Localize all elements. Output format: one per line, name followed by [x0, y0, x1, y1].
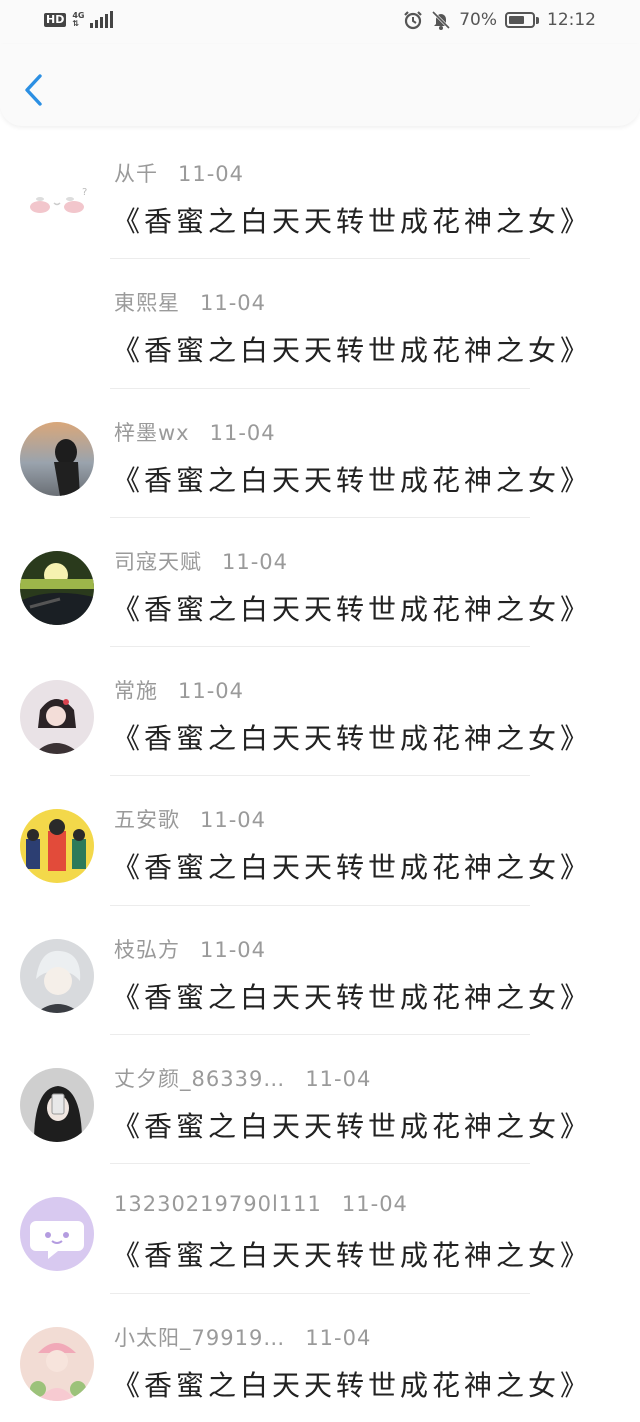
- avatar[interactable]: [20, 938, 94, 1013]
- message-meta: 梓墨wx 11-04: [114, 417, 276, 447]
- hd-badge: HD: [44, 13, 67, 27]
- message-item[interactable]: 13230219790l111 11-04 《香蜜之白天天转世成花神之女》: [0, 1164, 640, 1294]
- sender-name: 司寇天赋: [114, 549, 202, 574]
- status-bar: HD 4G ⇅ 70% 12:12: [0, 0, 640, 44]
- message-item[interactable]: 五安歌 11-04 《香蜜之白天天转世成花神之女》: [0, 776, 640, 907]
- message-item[interactable]: 丈夕颜_86339… 11-04 《香蜜之白天天转世成花神之女》: [0, 1035, 640, 1165]
- sender-name: 常施: [114, 679, 158, 704]
- avatar[interactable]: [20, 1197, 94, 1272]
- message-text: 《香蜜之白天天转世成花神之女》: [112, 851, 593, 885]
- alarm-icon: [404, 11, 422, 30]
- clock: 12:12: [547, 10, 596, 30]
- message-date: 11-04: [200, 808, 267, 833]
- message-item[interactable]: 梓墨wx 11-04 《香蜜之白天天转世成花神之女》: [0, 389, 640, 519]
- message-item[interactable]: 東熙星 11-04 《香蜜之白天天转世成花神之女》: [0, 259, 640, 389]
- message-text: 《香蜜之白天天转世成花神之女》: [112, 1239, 593, 1273]
- message-meta: 常施 11-04: [114, 675, 244, 705]
- message-item[interactable]: ? 从千 11-04 《香蜜之白天天转世成花神之女》: [0, 130, 640, 260]
- message-text: 《香蜜之白天天转世成花神之女》: [112, 592, 593, 626]
- avatar[interactable]: [20, 809, 94, 884]
- network-type: 4G ⇅: [72, 11, 85, 28]
- message-date: 11-04: [200, 291, 267, 316]
- message-meta: 五安歌 11-04: [114, 804, 266, 834]
- sender-name: 枝弘方: [114, 937, 180, 962]
- sender-name: 東熙星: [114, 291, 180, 316]
- signal-icon: [90, 11, 114, 28]
- sender-name: 13230219790l111: [114, 1192, 322, 1217]
- message-date: 11-04: [178, 679, 245, 704]
- avatar[interactable]: [20, 680, 94, 755]
- message-meta: 13230219790l111 11-04: [114, 1192, 408, 1216]
- battery-percent: 70%: [459, 10, 497, 30]
- message-list: ? 从千 11-04 《香蜜之白天天转世成花神之女》 東熙星 11-04 《香蜜之白天天转世…: [0, 130, 640, 1422]
- message-date: 11-04: [178, 162, 245, 186]
- status-left: HD 4G ⇅: [44, 11, 114, 28]
- message-text: 《香蜜之白天天转世成花神之女》: [112, 1110, 593, 1144]
- message-meta: 丈夕颜_86339… 11-04: [114, 1063, 371, 1093]
- battery-icon: [505, 12, 539, 28]
- message-item[interactable]: 司寇天赋 11-04 《香蜜之白天天转世成花神之女》: [0, 518, 640, 648]
- message-text: 《香蜜之白天天转世成花神之女》: [112, 722, 593, 756]
- avatar[interactable]: ?: [20, 163, 94, 237]
- chevron-left-icon: [25, 74, 42, 106]
- avatar[interactable]: [20, 550, 94, 625]
- bell-muted-icon: [432, 10, 451, 30]
- message-meta: 从千 11-04: [114, 158, 244, 188]
- message-meta: 小太阳_79919… 11-04: [114, 1322, 371, 1352]
- sender-name: 梓墨wx: [114, 420, 190, 445]
- message-text: 《香蜜之白天天转世成花神之女》: [112, 205, 593, 238]
- message-text: 《香蜜之白天天转世成花神之女》: [112, 980, 593, 1014]
- avatar[interactable]: [20, 421, 94, 496]
- message-meta: 東熙星 11-04: [114, 287, 266, 317]
- avatar[interactable]: [20, 1326, 94, 1401]
- message-text: 《香蜜之白天天转世成花神之女》: [112, 1368, 593, 1402]
- sender-name: 丈夕颜_86339…: [114, 1067, 286, 1092]
- message-date: 11-04: [305, 1325, 372, 1350]
- message-item[interactable]: 枝弘方 11-04 《香蜜之白天天转世成花神之女》: [0, 906, 640, 1036]
- back-button[interactable]: [18, 70, 50, 110]
- message-meta: 枝弘方 11-04: [114, 934, 266, 964]
- avatar[interactable]: [20, 1068, 94, 1143]
- message-item[interactable]: 小太阳_79919… 11-04 《香蜜之白天天转世成花神之女》: [0, 1294, 640, 1422]
- message-meta: 司寇天赋 11-04: [114, 546, 288, 576]
- message-date: 11-04: [305, 1067, 372, 1092]
- message-item[interactable]: 常施 11-04 《香蜜之白天天转世成花神之女》: [0, 647, 640, 777]
- sender-name: 从千: [114, 162, 158, 186]
- header-bar: [0, 44, 640, 126]
- message-date: 11-04: [222, 549, 289, 574]
- svg-text:?: ?: [82, 187, 87, 198]
- sender-name: 小太阳_79919…: [114, 1325, 286, 1350]
- message-date: 11-04: [200, 937, 267, 962]
- message-text: 《香蜜之白天天转世成花神之女》: [112, 463, 593, 497]
- message-text: 《香蜜之白天天转世成花神之女》: [112, 334, 593, 368]
- status-right: 70% 12:12: [403, 10, 596, 30]
- message-date: 11-04: [341, 1192, 408, 1217]
- message-date: 11-04: [209, 420, 276, 445]
- sender-name: 五安歌: [114, 808, 180, 833]
